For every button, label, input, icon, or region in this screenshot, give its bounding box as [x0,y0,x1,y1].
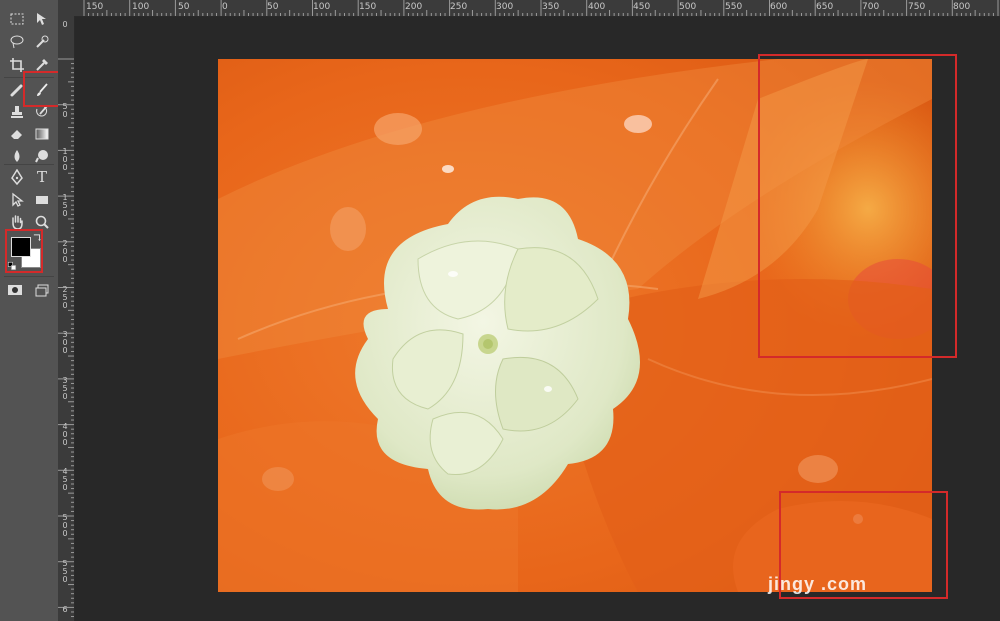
default-colors-icon[interactable] [6,260,18,272]
hand-icon[interactable] [6,212,28,232]
foreground-color-swatch[interactable] [11,237,31,257]
ruler-label: 100 [313,2,331,12]
ruler-label: 800 [953,2,971,12]
quick-mask-icon[interactable] [4,280,26,300]
ruler-label: 150 [359,2,377,12]
gradient-icon[interactable] [31,124,53,144]
screen-mode-icon[interactable] [31,280,53,300]
crop-icon[interactable] [6,55,28,75]
clone-stamp-icon[interactable] [6,102,28,122]
rectangle-shape-icon[interactable] [31,190,53,210]
ruler-label: 450 [633,2,651,12]
watermark-text: jingy .com [768,574,868,594]
flower-photo [218,59,932,592]
quick-selection-icon[interactable] [31,32,53,52]
ruler-label: 600 [770,2,788,12]
ruler-label: 250 [450,2,468,12]
pen-icon[interactable] [6,167,28,187]
tools-panel: T [0,0,59,621]
toolbar-divider [4,276,54,277]
ruler-label: 6 [62,605,68,614]
ruler-label: 50 [178,2,190,12]
ruler-label: 750 [908,2,926,12]
brush-icon[interactable] [31,80,53,100]
ruler-label: 4 0 0 [62,422,68,447]
zoom-icon[interactable] [31,212,53,232]
ruler-label: 300 [496,2,514,12]
eraser-icon[interactable] [6,124,28,144]
toolbar-divider [4,77,54,78]
horizontal-ruler: 150 100 50 0 50 100 150 200 250 300 350 … [74,0,1000,17]
path-selection-icon[interactable] [6,190,28,210]
ruler-label: 350 [542,2,560,12]
ruler-label: 0 [62,20,68,29]
ruler-origin [58,0,74,16]
ruler-label: 650 [816,2,834,12]
move-icon[interactable] [31,9,53,29]
lasso-icon[interactable] [6,32,28,52]
ruler-label: 100 [132,2,150,12]
ruler-label: 50 [267,2,279,12]
type-icon[interactable]: T [31,167,53,187]
ruler-label: 1 0 0 [62,147,68,172]
ruler-label: 700 [862,2,880,12]
swap-colors-icon[interactable] [31,232,43,244]
toolbar-divider [4,164,54,165]
document-canvas[interactable] [218,59,932,592]
ruler-label: 1 5 0 [62,193,68,218]
ruler-label: 5 0 0 [62,513,68,538]
ruler-label: 0 [222,2,228,12]
ruler-label: 5 5 0 [62,559,68,584]
ruler-label: 5 0 [62,102,68,119]
dodge-icon[interactable] [31,146,53,166]
eyedropper-icon[interactable] [31,55,53,75]
ruler-label: 400 [588,2,606,12]
ruler-label: 3 0 0 [62,330,68,355]
history-brush-icon[interactable] [31,102,53,122]
blur-icon[interactable] [6,146,28,166]
rectangular-marquee-icon[interactable] [6,9,28,29]
ruler-label: 2 0 0 [62,239,68,264]
ruler-label: 4 5 0 [62,467,68,492]
ruler-label: 3 5 0 [62,376,68,401]
vertical-ruler: 0 5 0 1 0 0 1 5 0 2 0 0 2 5 0 3 0 0 3 5 … [58,16,75,621]
ruler-label: 200 [405,2,423,12]
ruler-label: 150 [86,2,104,12]
ruler-label: 500 [679,2,697,12]
spot-healing-icon[interactable] [6,80,28,100]
ruler-label: 2 5 0 [62,285,68,310]
ruler-label: 550 [725,2,743,12]
